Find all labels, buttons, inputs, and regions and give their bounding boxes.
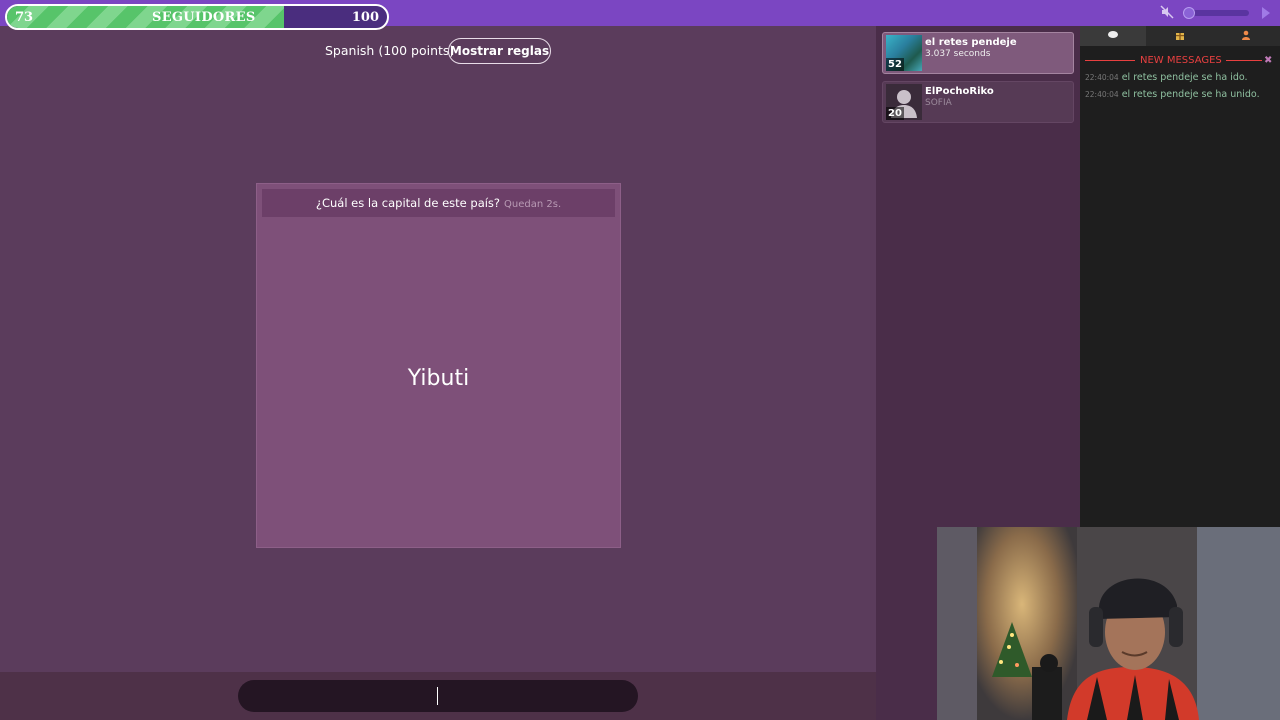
followers-goal-bar: 73 SEGUIDORES 100 [5, 4, 389, 30]
text-caret [437, 687, 438, 705]
webcam-video [937, 527, 1280, 720]
answer-bar [0, 672, 876, 720]
divider-line [1226, 60, 1262, 61]
answer-input[interactable] [238, 680, 638, 712]
followers-label: SEGUIDORES [152, 10, 256, 25]
people-icon [1242, 30, 1250, 40]
gift-icon [1176, 33, 1184, 40]
chat-panel: NEW MESSAGES ✖ 22:40:04 el retes pendeje … [1080, 26, 1280, 527]
tab-people[interactable] [1213, 26, 1279, 46]
volume-slider[interactable] [1186, 10, 1249, 16]
followers-goal: 100 [351, 10, 379, 25]
player-card[interactable]: 52 el retes pendeje 3.037 seconds [882, 32, 1074, 74]
followers-current: 73 [15, 10, 34, 25]
tab-chat[interactable] [1080, 26, 1146, 46]
show-rules-button[interactable]: Mostrar reglas [448, 38, 551, 64]
player-answer: SOFIA [925, 98, 952, 108]
game-area: Spanish (100 points) Mostrar reglas ¿Cuá… [0, 26, 876, 672]
country-name: Yibuti [407, 366, 470, 391]
language-label: Spanish (100 points) [325, 43, 455, 58]
player-name: el retes pendeje [925, 37, 1017, 48]
player-score: 52 [886, 58, 904, 71]
volume-slider-handle[interactable] [1183, 7, 1195, 19]
player-name: ElPochoRiko [925, 86, 994, 97]
question-bar: ¿Cuál es la capital de este país? Quedan … [262, 189, 615, 217]
player-answer-time: 3.037 seconds [925, 49, 991, 59]
question-text: ¿Cuál es la capital de este país? [315, 196, 501, 210]
question-card: ¿Cuál es la capital de este país? Quedan … [256, 183, 621, 548]
message-time: 22:40:04 [1085, 73, 1119, 82]
player-score: 20 [886, 107, 904, 120]
close-icon[interactable]: ✖ [1264, 55, 1272, 67]
player-card[interactable]: 20 ElPochoRiko SOFIA [882, 81, 1074, 123]
mute-icon[interactable] [1160, 5, 1174, 19]
timer-text: Quedan 2s. [504, 199, 562, 210]
message-text: el retes pendeje se ha ido. [1121, 72, 1248, 83]
tab-gifts[interactable] [1147, 26, 1213, 46]
avatar: 52 [886, 35, 922, 71]
message-text: el retes pendeje se ha unido. [1121, 89, 1260, 100]
new-messages-divider: NEW MESSAGES ✖ [1080, 54, 1280, 68]
avatar: 20 [886, 84, 922, 120]
message-time: 22:40:04 [1085, 90, 1119, 99]
new-messages-label: NEW MESSAGES [1140, 55, 1222, 66]
play-icon[interactable] [1262, 7, 1270, 19]
chat-icon [1108, 31, 1118, 38]
chat-message: 22:40:04 el retes pendeje se ha ido. [1085, 72, 1248, 84]
chat-message: 22:40:04 el retes pendeje se ha unido. [1085, 89, 1260, 101]
divider-line [1085, 60, 1135, 61]
chat-tabs [1080, 26, 1280, 46]
